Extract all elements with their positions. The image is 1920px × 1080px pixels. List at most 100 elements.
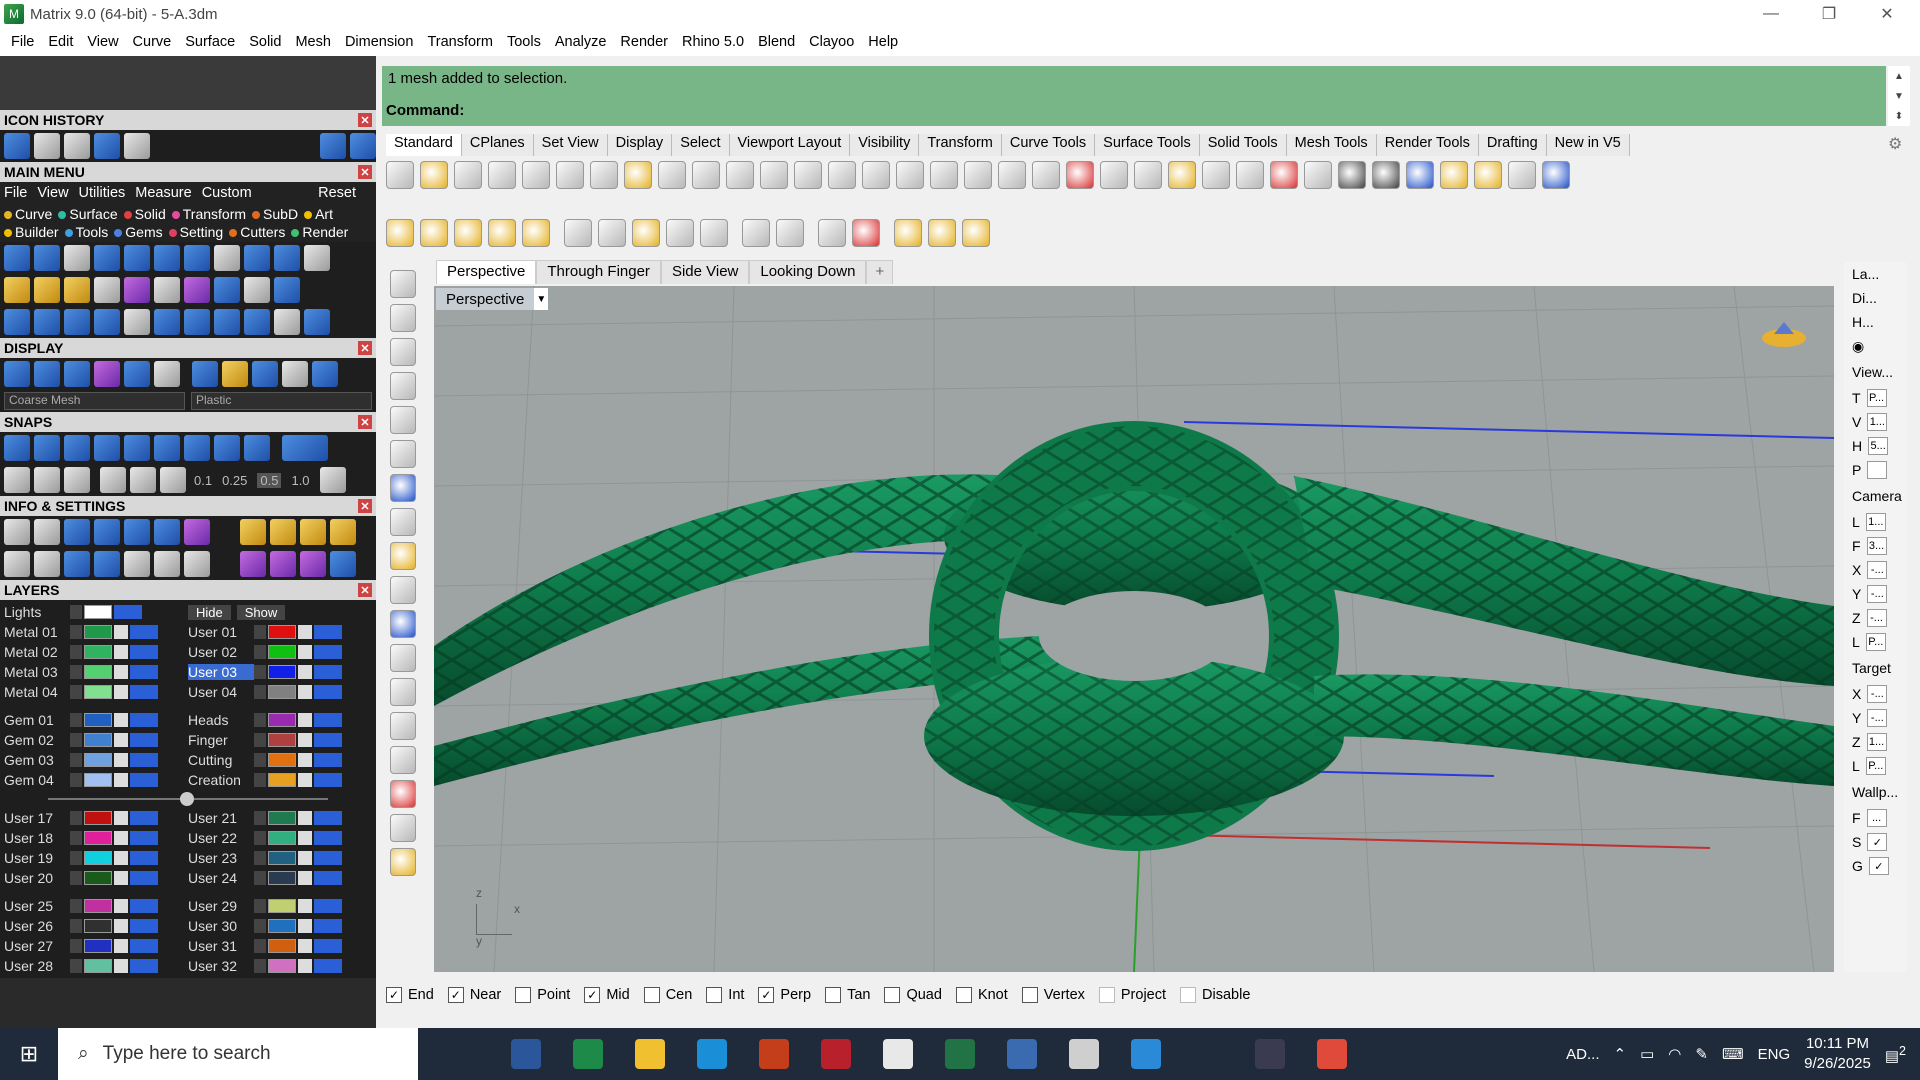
property-value[interactable]: ✓ xyxy=(1868,857,1889,875)
expand-icon[interactable] xyxy=(70,605,82,619)
visibility-icon[interactable] xyxy=(130,811,158,825)
copy-icon[interactable] xyxy=(590,161,618,189)
close-icon[interactable]: ✕ xyxy=(358,165,372,179)
checkbox[interactable]: ✓ xyxy=(584,987,601,1003)
filter-icon[interactable] xyxy=(1440,161,1468,189)
visibility-icon[interactable] xyxy=(314,871,342,885)
menu-analyze[interactable]: Analyze xyxy=(548,34,614,50)
zoom-icon[interactable] xyxy=(34,519,60,545)
expand-icon[interactable] xyxy=(70,685,82,699)
open-file-icon[interactable] xyxy=(420,161,448,189)
layer-color-swatch[interactable] xyxy=(268,753,296,767)
lock-icon[interactable] xyxy=(298,713,312,727)
lock-icon[interactable] xyxy=(298,733,312,747)
expand-icon[interactable] xyxy=(70,645,82,659)
visibility-icon[interactable] xyxy=(130,753,158,767)
fillet-icon[interactable] xyxy=(64,309,90,335)
visibility-icon[interactable] xyxy=(314,685,342,699)
light-a-icon[interactable] xyxy=(894,219,922,247)
visibility-icon[interactable] xyxy=(314,773,342,787)
layer-item[interactable]: Creation xyxy=(188,772,372,788)
property-value[interactable]: -... xyxy=(1867,585,1888,603)
ring-builder-icon[interactable] xyxy=(64,133,90,159)
gumball-icon[interactable] xyxy=(100,467,126,493)
layout-grid3-icon[interactable] xyxy=(1032,161,1060,189)
excel-taskbar-icon[interactable] xyxy=(938,1034,982,1074)
snap-curve-icon[interactable] xyxy=(34,435,60,461)
slider-knob[interactable] xyxy=(180,792,194,806)
close-icon[interactable]: ✕ xyxy=(358,499,372,513)
category-builder[interactable]: Builder xyxy=(4,224,59,240)
close-icon[interactable]: ✕ xyxy=(358,583,372,597)
layer-color-swatch[interactable] xyxy=(268,959,296,973)
osnap-end[interactable]: ✓ End xyxy=(386,987,434,1003)
chevron-down-icon[interactable]: ▼ xyxy=(534,288,549,310)
visibility-icon[interactable] xyxy=(314,753,342,767)
zoom-selected-icon[interactable] xyxy=(862,161,890,189)
snap-value-2[interactable]: 0.25 xyxy=(222,473,247,488)
expand-icon[interactable] xyxy=(254,733,266,747)
toolbar-tab-select[interactable]: Select xyxy=(672,134,730,156)
expand-history-icon[interactable]: ⬍ xyxy=(1895,111,1903,122)
metal-sphere-icon[interactable] xyxy=(192,361,218,387)
windows-start-icon[interactable]: ⊞ xyxy=(0,1028,58,1080)
layer-item[interactable]: Cutting xyxy=(188,752,372,768)
layer-down-icon[interactable] xyxy=(240,551,266,577)
lock-icon[interactable] xyxy=(298,939,312,953)
layer-name[interactable]: Gem 02 xyxy=(4,732,70,748)
osnap-project[interactable]: Project xyxy=(1098,987,1166,1003)
keyboard-icon[interactable]: ⌨ xyxy=(1722,1045,1744,1063)
expand-icon[interactable] xyxy=(254,753,266,767)
expand-icon[interactable] xyxy=(254,811,266,825)
notification-icon[interactable]: ▤2 xyxy=(1885,1044,1906,1065)
layout-grid2-icon[interactable] xyxy=(998,161,1026,189)
snap-cross-icon[interactable] xyxy=(64,435,90,461)
gem-report-icon[interactable] xyxy=(64,551,90,577)
osnap-point[interactable]: Point xyxy=(515,987,570,1003)
osnap-quad[interactable]: Quad xyxy=(884,987,942,1003)
lock-icon[interactable] xyxy=(298,753,312,767)
menu-rhino5[interactable]: Rhino 5.0 xyxy=(675,34,751,50)
property-value[interactable]: -... xyxy=(1867,685,1888,703)
layer-item[interactable]: Heads xyxy=(188,712,372,728)
ghosted-icon[interactable] xyxy=(94,361,120,387)
expand-icon[interactable] xyxy=(70,851,82,865)
chrome-sphere-icon[interactable] xyxy=(312,361,338,387)
layer-color-swatch[interactable] xyxy=(84,625,112,639)
osnap-tan[interactable]: Tan xyxy=(825,987,870,1003)
layer-item[interactable]: User 18 xyxy=(4,830,188,846)
category-surface[interactable]: Surface xyxy=(58,206,118,222)
toolbar-tab-mesh-tools[interactable]: Mesh Tools xyxy=(1286,134,1377,156)
visibility-icon[interactable] xyxy=(314,831,342,845)
lock-icon[interactable] xyxy=(114,851,128,865)
gem-studio-icon[interactable] xyxy=(244,277,270,303)
book-icon[interactable] xyxy=(94,551,120,577)
layer-color-swatch[interactable] xyxy=(268,919,296,933)
toolbar-tab-set-view[interactable]: Set View xyxy=(533,134,608,156)
layer-item[interactable]: Finger xyxy=(188,732,372,748)
panel-tab-2[interactable]: H... xyxy=(1844,310,1906,334)
lock-icon[interactable] xyxy=(298,831,312,845)
ring-icon[interactable] xyxy=(64,245,90,271)
layer-color-swatch[interactable] xyxy=(84,959,112,973)
visibility-icon[interactable] xyxy=(314,899,342,913)
lock-icon[interactable] xyxy=(114,753,128,767)
toolbar-tab-transform[interactable]: Transform xyxy=(919,134,1002,156)
scale-icon[interactable] xyxy=(390,678,416,706)
layer-name[interactable]: User 03 xyxy=(188,664,254,680)
material-sphere-icon[interactable] xyxy=(1338,161,1366,189)
visibility-icon[interactable] xyxy=(130,851,158,865)
layer-color-swatch[interactable] xyxy=(84,773,112,787)
snap-point-icon[interactable] xyxy=(94,435,120,461)
layer-name[interactable]: User 29 xyxy=(188,898,254,914)
layer-color-swatch[interactable] xyxy=(84,713,112,727)
viewport-canvas[interactable] xyxy=(434,286,1834,972)
visibility-icon[interactable] xyxy=(314,811,342,825)
open-folder-icon[interactable] xyxy=(124,133,150,159)
snap-near-icon[interactable] xyxy=(124,435,150,461)
layer-color-swatch[interactable] xyxy=(84,753,112,767)
gem-tool-icon[interactable] xyxy=(390,780,416,808)
layer-name[interactable]: User 27 xyxy=(4,938,70,954)
layer-item[interactable]: User 30 xyxy=(188,918,372,934)
help-icon[interactable] xyxy=(1542,161,1570,189)
